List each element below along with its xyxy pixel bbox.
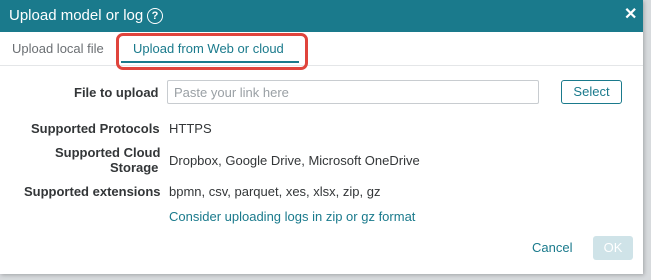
close-icon[interactable]: ✕	[624, 6, 637, 24]
supported-protocols-label: Supported Protocols	[31, 121, 160, 136]
file-to-upload-label: File to upload	[74, 85, 159, 100]
ok-button[interactable]: OK	[593, 236, 633, 260]
supported-protocols-value: HTTPS	[169, 121, 212, 136]
supported-extensions-value: bpmn, csv, parquet, xes, xlsx, zip, gz	[169, 184, 381, 199]
supported-cloud-label-line2: Storage	[110, 160, 159, 175]
dialog-titlebar: Upload model or log ? ✕	[0, 0, 643, 32]
supported-cloud-value: Dropbox, Google Drive, Microsoft OneDriv…	[169, 153, 420, 168]
cancel-button[interactable]: Cancel	[532, 240, 572, 256]
url-input[interactable]	[167, 80, 539, 104]
supported-extensions-label: Supported extensions	[24, 184, 161, 199]
upload-dialog: Upload model or log ? ✕ Upload local fil…	[0, 0, 643, 274]
supported-cloud-label-line1: Supported Cloud	[55, 145, 161, 160]
tab-bar: Upload local file Upload from Web or clo…	[0, 32, 643, 66]
dialog-title: Upload model or log	[9, 7, 144, 24]
annotation-highlight-box	[116, 33, 308, 70]
tab-upload-local-file[interactable]: Upload local file	[12, 41, 104, 57]
zip-gz-hint-link[interactable]: Consider uploading logs in zip or gz for…	[169, 209, 415, 225]
select-button[interactable]: Select	[561, 80, 622, 104]
help-icon[interactable]: ?	[147, 8, 163, 24]
